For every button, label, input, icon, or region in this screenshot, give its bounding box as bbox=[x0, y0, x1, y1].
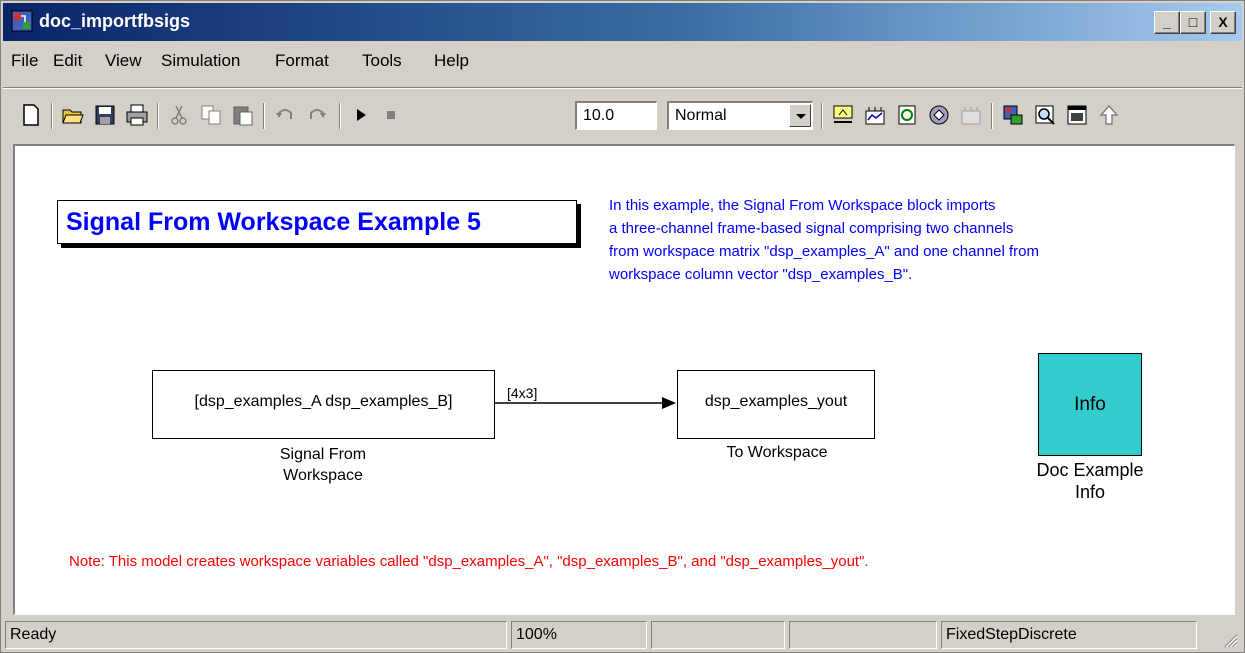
close-button[interactable]: X bbox=[1210, 11, 1236, 34]
toolbar-separator bbox=[157, 103, 159, 129]
go-to-parent-icon[interactable] bbox=[1097, 103, 1121, 127]
block-label-line: Signal From bbox=[279, 446, 367, 463]
description-line: from workspace matrix "dsp_examples_A" a… bbox=[609, 243, 1040, 260]
title-bar[interactable]: doc_importfbsigs _ □ X bbox=[3, 3, 1242, 41]
simulation-mode-select[interactable]: Normal bbox=[667, 101, 813, 130]
status-bar: Ready 100% FixedStepDiscrete bbox=[3, 618, 1242, 652]
toolbar: 10.0 Normal bbox=[3, 93, 1242, 139]
resize-grip-icon[interactable] bbox=[1220, 630, 1238, 648]
status-pane-4 bbox=[789, 621, 937, 649]
run-icon[interactable] bbox=[349, 103, 373, 127]
menu-bar: File Edit View Simulation Format Tools H… bbox=[3, 45, 1242, 75]
toolbar-separator bbox=[821, 103, 823, 129]
toolbar-separator bbox=[263, 103, 265, 129]
undo-icon[interactable] bbox=[273, 103, 297, 127]
update-diagram-icon[interactable] bbox=[863, 103, 887, 127]
refresh-icon[interactable] bbox=[895, 103, 919, 127]
toolbar-separator bbox=[991, 103, 993, 129]
signal-from-workspace-content: [dsp_examples_A dsp_examples_B] bbox=[194, 393, 453, 410]
menu-separator bbox=[3, 87, 1242, 89]
to-workspace-label[interactable]: To Workspace bbox=[695, 442, 859, 463]
menu-file[interactable]: File bbox=[11, 51, 38, 71]
note-annotation[interactable]: Note: This model creates workspace varia… bbox=[69, 553, 869, 570]
toolbar-separator bbox=[51, 103, 53, 129]
to-workspace-block[interactable]: dsp_examples_yout bbox=[677, 370, 875, 439]
info-block[interactable]: Info bbox=[1038, 353, 1142, 456]
menu-help[interactable]: Help bbox=[434, 51, 469, 71]
copy-icon[interactable] bbox=[199, 103, 223, 127]
model-description-annotation[interactable]: In this example, the Signal From Workspa… bbox=[609, 194, 1209, 286]
maximize-button[interactable]: □ bbox=[1180, 11, 1206, 34]
simulink-app-icon bbox=[11, 10, 33, 32]
block-label-line: Info bbox=[1074, 482, 1106, 502]
chevron-down-icon[interactable] bbox=[789, 104, 811, 127]
cut-icon[interactable] bbox=[167, 103, 191, 127]
status-zoom: 100% bbox=[511, 621, 647, 649]
menu-view[interactable]: View bbox=[105, 51, 142, 71]
print-icon[interactable] bbox=[125, 103, 149, 127]
stop-icon[interactable] bbox=[379, 103, 403, 127]
save-icon[interactable] bbox=[93, 103, 117, 127]
status-pane-3 bbox=[651, 621, 785, 649]
paste-icon[interactable] bbox=[231, 103, 255, 127]
library-browser-icon[interactable] bbox=[927, 103, 951, 127]
description-line: In this example, the Signal From Workspa… bbox=[609, 197, 996, 214]
model-title-annotation[interactable]: Signal From Workspace Example 5 bbox=[57, 200, 577, 244]
info-block-label[interactable]: Doc Example Info bbox=[995, 459, 1185, 503]
description-line: a three-channel frame-based signal compr… bbox=[609, 220, 1014, 237]
signal-from-workspace-block[interactable]: [dsp_examples_A dsp_examples_B] bbox=[152, 370, 495, 439]
window-title: doc_importfbsigs bbox=[39, 11, 191, 31]
new-icon[interactable] bbox=[19, 103, 43, 127]
signal-from-workspace-label[interactable]: Signal From Workspace bbox=[253, 444, 393, 486]
redo-icon[interactable] bbox=[305, 103, 329, 127]
menu-format[interactable]: Format bbox=[275, 51, 329, 71]
simulation-mode-value: Normal bbox=[675, 107, 727, 124]
simulink-window: doc_importfbsigs _ □ X File Edit View Si… bbox=[0, 0, 1245, 653]
model-explorer-icon[interactable] bbox=[959, 103, 983, 127]
stop-time-input[interactable]: 10.0 bbox=[575, 101, 657, 130]
description-line: workspace column vector "dsp_examples_B"… bbox=[609, 266, 913, 283]
status-state: Ready bbox=[5, 621, 507, 649]
block-label-line: Workspace bbox=[283, 467, 363, 484]
toolbar-separator bbox=[339, 103, 341, 129]
build-icon[interactable] bbox=[831, 103, 855, 127]
debugger-icon[interactable] bbox=[1001, 103, 1025, 127]
menu-tools[interactable]: Tools bbox=[362, 51, 402, 71]
menu-edit[interactable]: Edit bbox=[53, 51, 82, 71]
info-block-content: Info bbox=[1074, 394, 1106, 415]
debugger-search-icon[interactable] bbox=[1033, 103, 1057, 127]
minimize-button[interactable]: _ bbox=[1154, 11, 1180, 34]
to-workspace-content: dsp_examples_yout bbox=[704, 393, 848, 410]
menu-simulation[interactable]: Simulation bbox=[161, 51, 240, 71]
model-browser-icon[interactable] bbox=[1065, 103, 1089, 127]
open-icon[interactable] bbox=[61, 103, 85, 127]
model-title: Signal From Workspace Example 5 bbox=[66, 208, 481, 236]
status-solver: FixedStepDiscrete bbox=[941, 621, 1197, 649]
block-label-line: Doc Example bbox=[1036, 460, 1144, 480]
signal-dimension-label: [4x3] bbox=[507, 385, 538, 401]
model-canvas[interactable]: Signal From Workspace Example 5 In this … bbox=[13, 144, 1235, 615]
